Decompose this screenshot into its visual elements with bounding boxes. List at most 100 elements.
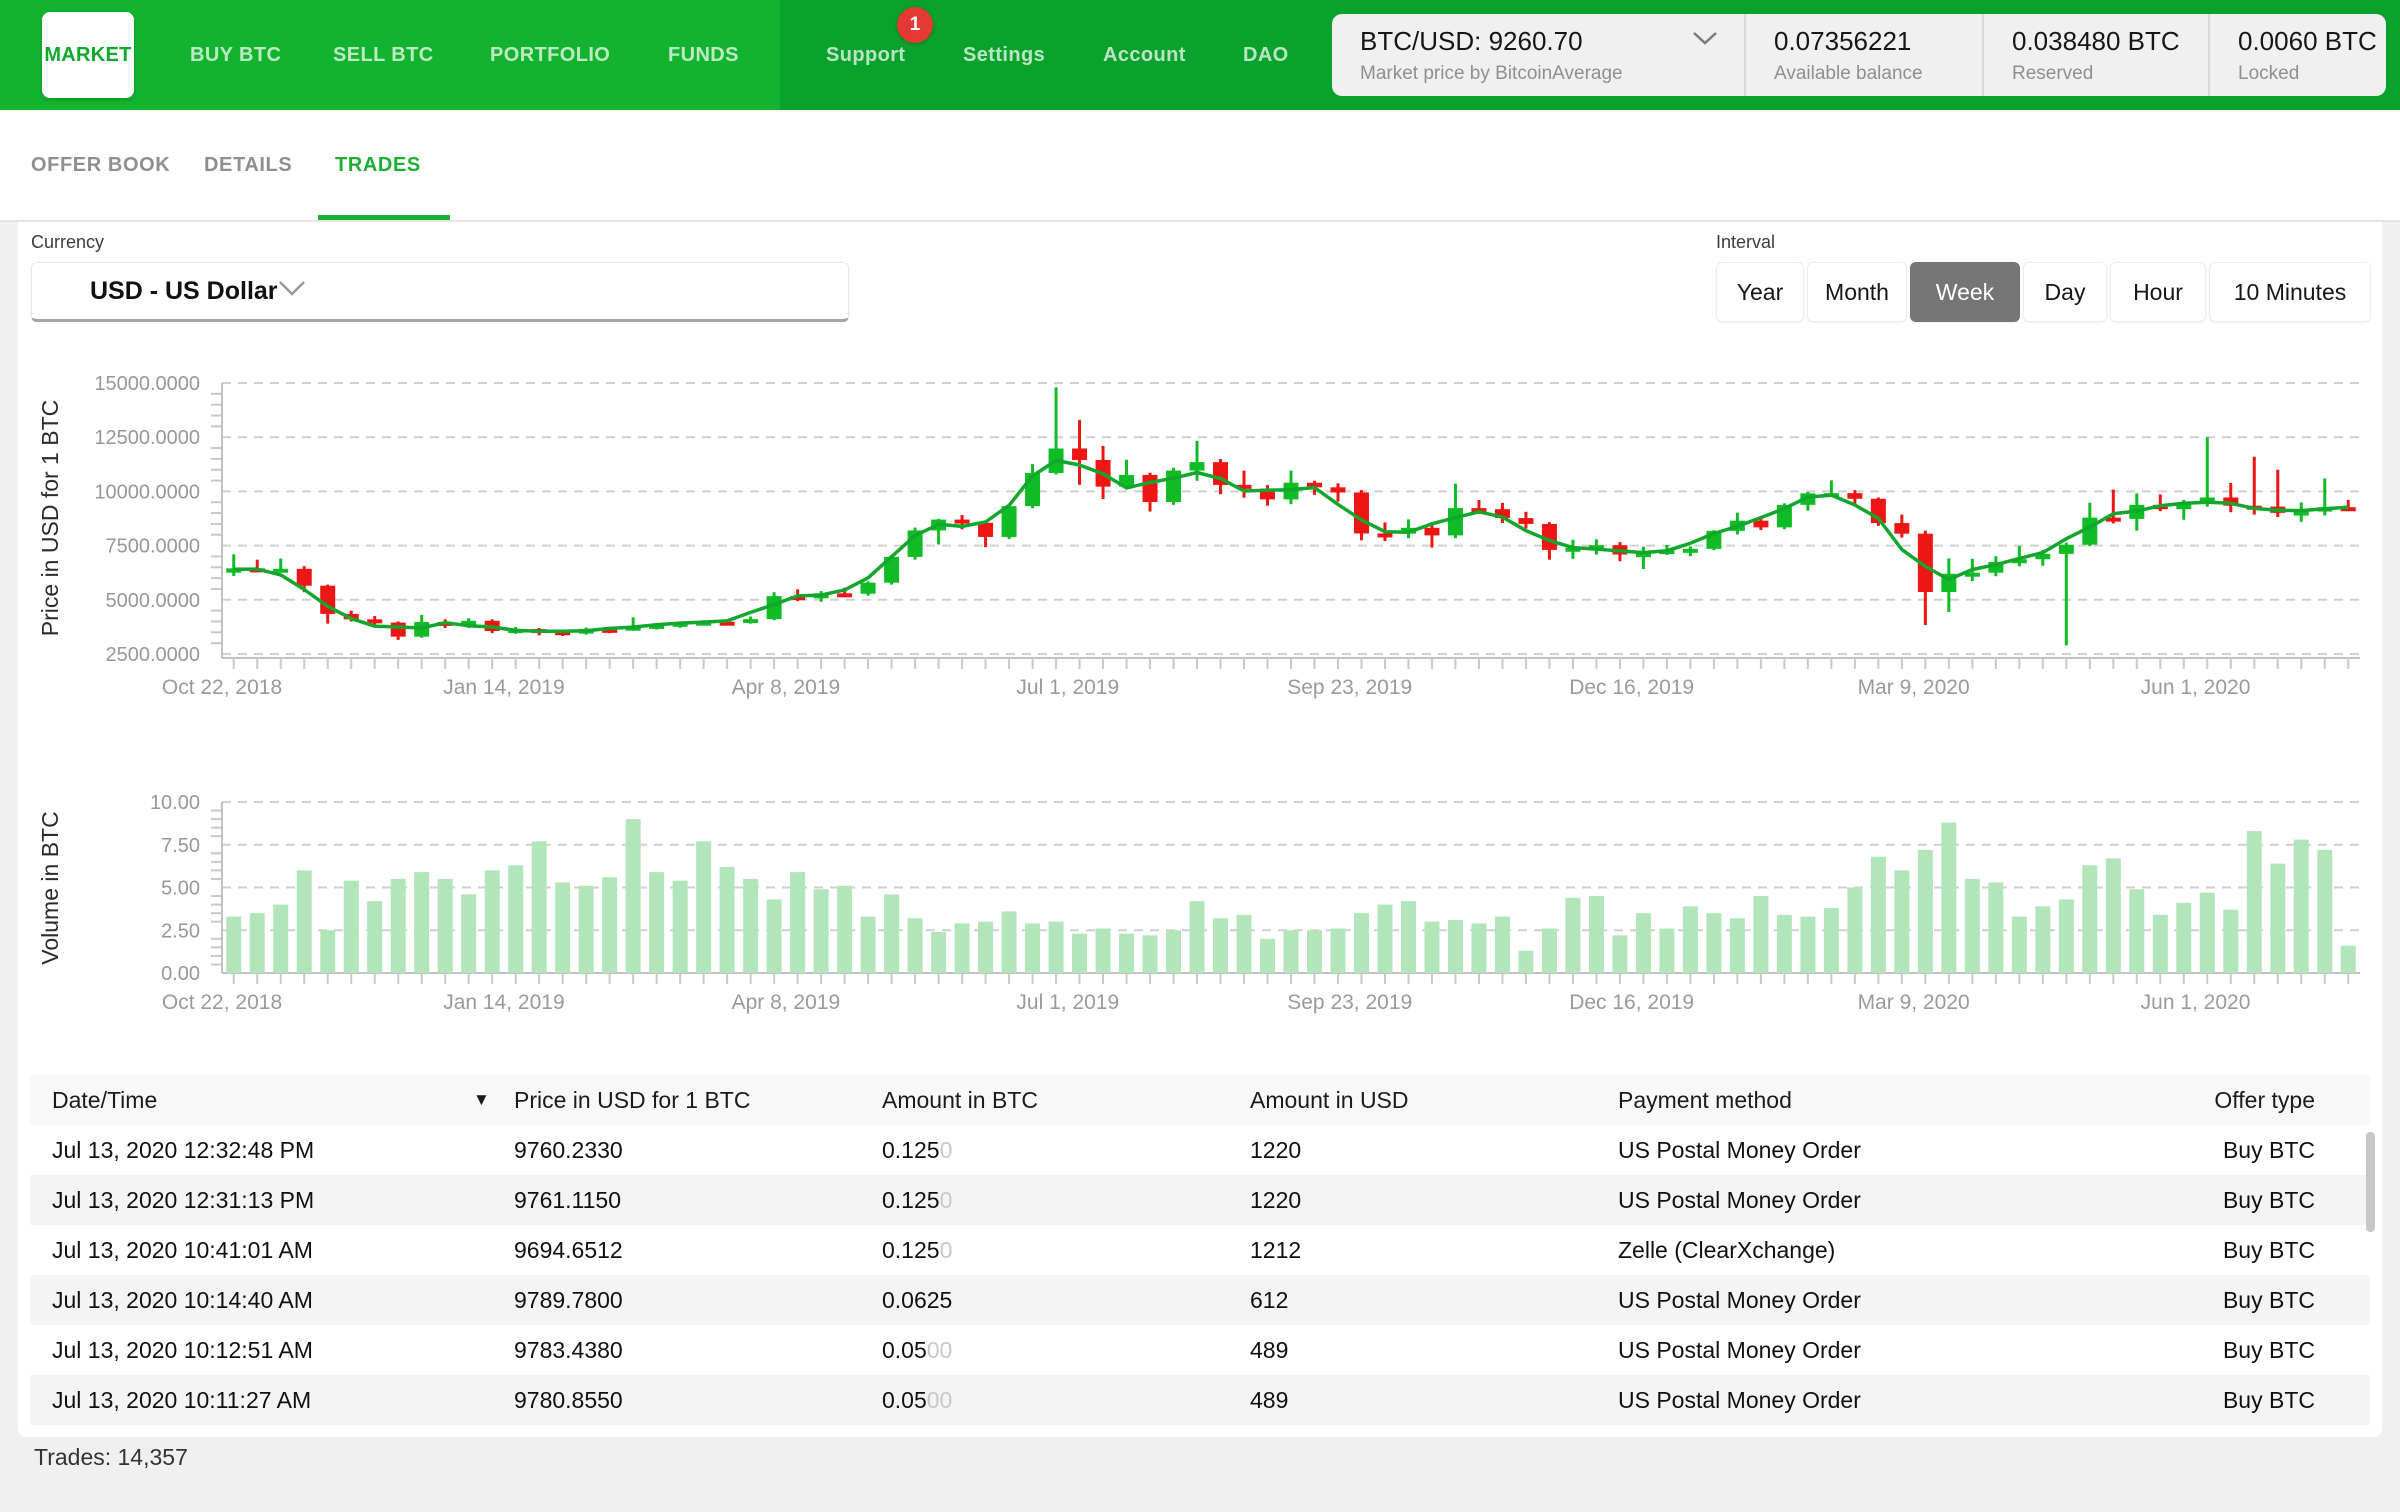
svg-text:Apr 8, 2019: Apr 8, 2019	[732, 991, 841, 1014]
nav-item-buy-btc[interactable]: BUY BTC	[190, 0, 281, 110]
nav-item-funds[interactable]: FUNDS	[668, 0, 739, 110]
cell-amount-usd: 612	[1250, 1287, 1289, 1313]
nav-item-market[interactable]: MARKET	[42, 12, 134, 98]
header-datetime[interactable]: Date/Time	[52, 1075, 157, 1125]
svg-text:5.00: 5.00	[161, 878, 200, 900]
svg-text:Jan 14, 2019: Jan 14, 2019	[443, 991, 564, 1014]
market-price-widget[interactable]: BTC/USD: 9260.70 Market price by Bitcoin…	[1332, 14, 2386, 96]
svg-text:Sep 23, 2019: Sep 23, 2019	[1287, 676, 1412, 699]
table-scrollbar-thumb[interactable]	[2366, 1132, 2375, 1232]
market-price-value: BTC/USD: 9260.70	[1360, 25, 1583, 56]
cell-price: 9761.1150	[514, 1187, 622, 1213]
cell-price: 9694.6512	[514, 1237, 623, 1263]
svg-text:Volume in BTC: Volume in BTC	[37, 811, 63, 964]
cell-offer-type: Buy BTC	[2222, 1237, 2315, 1263]
cell-offer-type: Buy BTC	[2222, 1187, 2315, 1213]
interval-week[interactable]: Week	[1910, 262, 2020, 322]
svg-text:Sep 23, 2019: Sep 23, 2019	[1287, 991, 1412, 1014]
currency-label: Currency	[31, 232, 105, 252]
cell-payment-method: US Postal Money Order	[1618, 1387, 1861, 1413]
nav-item-account[interactable]: Account	[1103, 0, 1186, 110]
header-payment-method[interactable]: Payment method	[1618, 1075, 1792, 1125]
svg-text:Jul 1, 2019: Jul 1, 2019	[1016, 676, 1119, 699]
interval-label: Interval	[1716, 232, 1776, 252]
top-nav: MARKET BUY BTC SELL BTC PORTFOLIO FUNDS …	[0, 0, 2400, 110]
cell-datetime: Jul 13, 2020 10:11:27 AM	[52, 1387, 312, 1413]
market-tabbar: OFFER BOOK DETAILS TRADES	[0, 110, 2400, 222]
market-price-section[interactable]: BTC/USD: 9260.70 Market price by Bitcoin…	[1332, 14, 1744, 96]
svg-text:15000.0000: 15000.0000	[94, 373, 200, 395]
table-row: Jul 13, 2020 10:11:27 AM 9780.8550 0.050…	[30, 1375, 2370, 1425]
table-row: Jul 13, 2020 12:32:48 PM 9760.2330 0.125…	[30, 1125, 2370, 1175]
header-amount-usd[interactable]: Amount in USD	[1250, 1075, 1409, 1125]
svg-text:Oct 22, 2018: Oct 22, 2018	[162, 991, 282, 1014]
market-price-source: Market price by BitcoinAverage	[1360, 62, 1623, 84]
currency-select-value: USD - US Dollar	[90, 276, 278, 305]
trades-panel: Currency USD - US Dollar Interval Year M…	[18, 222, 2382, 1437]
cell-amount-usd: 489	[1250, 1337, 1289, 1363]
reserved-balance-label: Reserved	[2012, 62, 2094, 84]
nav-item-settings[interactable]: Settings	[963, 0, 1045, 110]
support-notification-badge: 1	[897, 7, 933, 43]
svg-text:Jun 1, 2020: Jun 1, 2020	[2141, 676, 2251, 699]
reserved-balance: 0.038480 BTC Reserved	[1982, 14, 2208, 96]
available-balance-label: Available balance	[1774, 62, 1923, 84]
header-offer-type[interactable]: Offer type	[2214, 1075, 2315, 1125]
svg-text:0.00: 0.00	[161, 963, 200, 985]
svg-text:7.50: 7.50	[161, 835, 200, 857]
cell-payment-method: US Postal Money Order	[1618, 1187, 1861, 1213]
tab-trades[interactable]: TRADES	[335, 110, 421, 220]
svg-text:Dec 16, 2019: Dec 16, 2019	[1569, 676, 1694, 699]
svg-text:5000.0000: 5000.0000	[105, 590, 200, 612]
cell-payment-method: US Postal Money Order	[1618, 1287, 1861, 1313]
table-row: Jul 13, 2020 10:41:01 AM 9694.6512 0.125…	[30, 1225, 2370, 1275]
active-tab-underline	[318, 215, 450, 220]
interval-month[interactable]: Month	[1807, 262, 1907, 322]
cell-amount-btc: 0.0500	[882, 1387, 953, 1413]
nav-item-portfolio[interactable]: PORTFOLIO	[490, 0, 610, 110]
available-balance: 0.07356221 Available balance	[1744, 14, 1982, 96]
svg-text:Price in USD for 1 BTC: Price in USD for 1 BTC	[37, 400, 63, 636]
chevron-down-icon	[278, 280, 306, 302]
svg-text:2.50: 2.50	[161, 920, 200, 942]
cell-offer-type: Buy BTC	[2222, 1337, 2315, 1363]
interval-day[interactable]: Day	[2023, 262, 2107, 322]
cell-offer-type: Buy BTC	[2222, 1387, 2315, 1413]
svg-text:Mar 9, 2020: Mar 9, 2020	[1858, 676, 1970, 699]
bisq-market-window: MARKET BUY BTC SELL BTC PORTFOLIO FUNDS …	[0, 0, 2400, 1512]
cell-price: 9783.4380	[514, 1337, 623, 1363]
available-balance-value: 0.07356221	[1774, 25, 1912, 56]
currency-select[interactable]: USD - US Dollar	[31, 262, 849, 322]
nav-item-support[interactable]: Support	[826, 0, 905, 110]
cell-amount-btc: 0.1250	[882, 1187, 953, 1213]
nav-item-label: MARKET	[44, 43, 132, 66]
svg-text:Oct 22, 2018: Oct 22, 2018	[162, 676, 282, 699]
table-row: Jul 13, 2020 10:12:51 AM 9783.4380 0.050…	[30, 1325, 2370, 1375]
volume-bar-chart: 10.00 7.50 5.00 2.50 0.00 Oct 22, 2018 Jan 14,…	[37, 792, 2360, 1014]
header-price[interactable]: Price in USD for 1 BTC	[514, 1075, 750, 1125]
cell-datetime: Jul 13, 2020 10:14:40 AM	[52, 1287, 313, 1313]
cell-amount-btc: 0.1250	[882, 1237, 953, 1263]
cell-datetime: Jul 13, 2020 12:32:48 PM	[52, 1137, 315, 1163]
cell-offer-type: Buy BTC	[2222, 1287, 2315, 1313]
svg-text:10.00: 10.00	[150, 792, 200, 814]
sort-descending-icon[interactable]: ▼	[473, 1075, 490, 1125]
chevron-down-icon	[1692, 31, 1718, 51]
cell-payment-method: Zelle (ClearXchange)	[1618, 1237, 1836, 1263]
svg-text:Apr 8, 2019: Apr 8, 2019	[732, 676, 841, 699]
reserved-balance-value: 0.038480 BTC	[2012, 25, 2180, 56]
svg-text:7500.0000: 7500.0000	[105, 536, 200, 558]
nav-item-sell-btc[interactable]: SELL BTC	[333, 0, 434, 110]
tab-details[interactable]: DETAILS	[204, 110, 292, 220]
interval-year[interactable]: Year	[1716, 262, 1804, 322]
table-row: Jul 13, 2020 12:31:13 PM 9761.1150 0.125…	[30, 1175, 2370, 1225]
header-amount-btc[interactable]: Amount in BTC	[882, 1075, 1038, 1125]
table-row: Jul 13, 2020 10:14:40 AM 9789.7800 0.062…	[30, 1275, 2370, 1325]
cell-price: 9760.2330	[514, 1137, 623, 1163]
interval-10-minutes[interactable]: 10 Minutes	[2209, 262, 2371, 322]
cell-amount-usd: 1220	[1250, 1137, 1302, 1163]
interval-hour[interactable]: Hour	[2110, 262, 2206, 322]
cell-amount-btc: 0.1250	[882, 1137, 953, 1163]
tab-offer-book[interactable]: OFFER BOOK	[31, 110, 170, 220]
nav-item-dao[interactable]: DAO	[1243, 0, 1289, 110]
